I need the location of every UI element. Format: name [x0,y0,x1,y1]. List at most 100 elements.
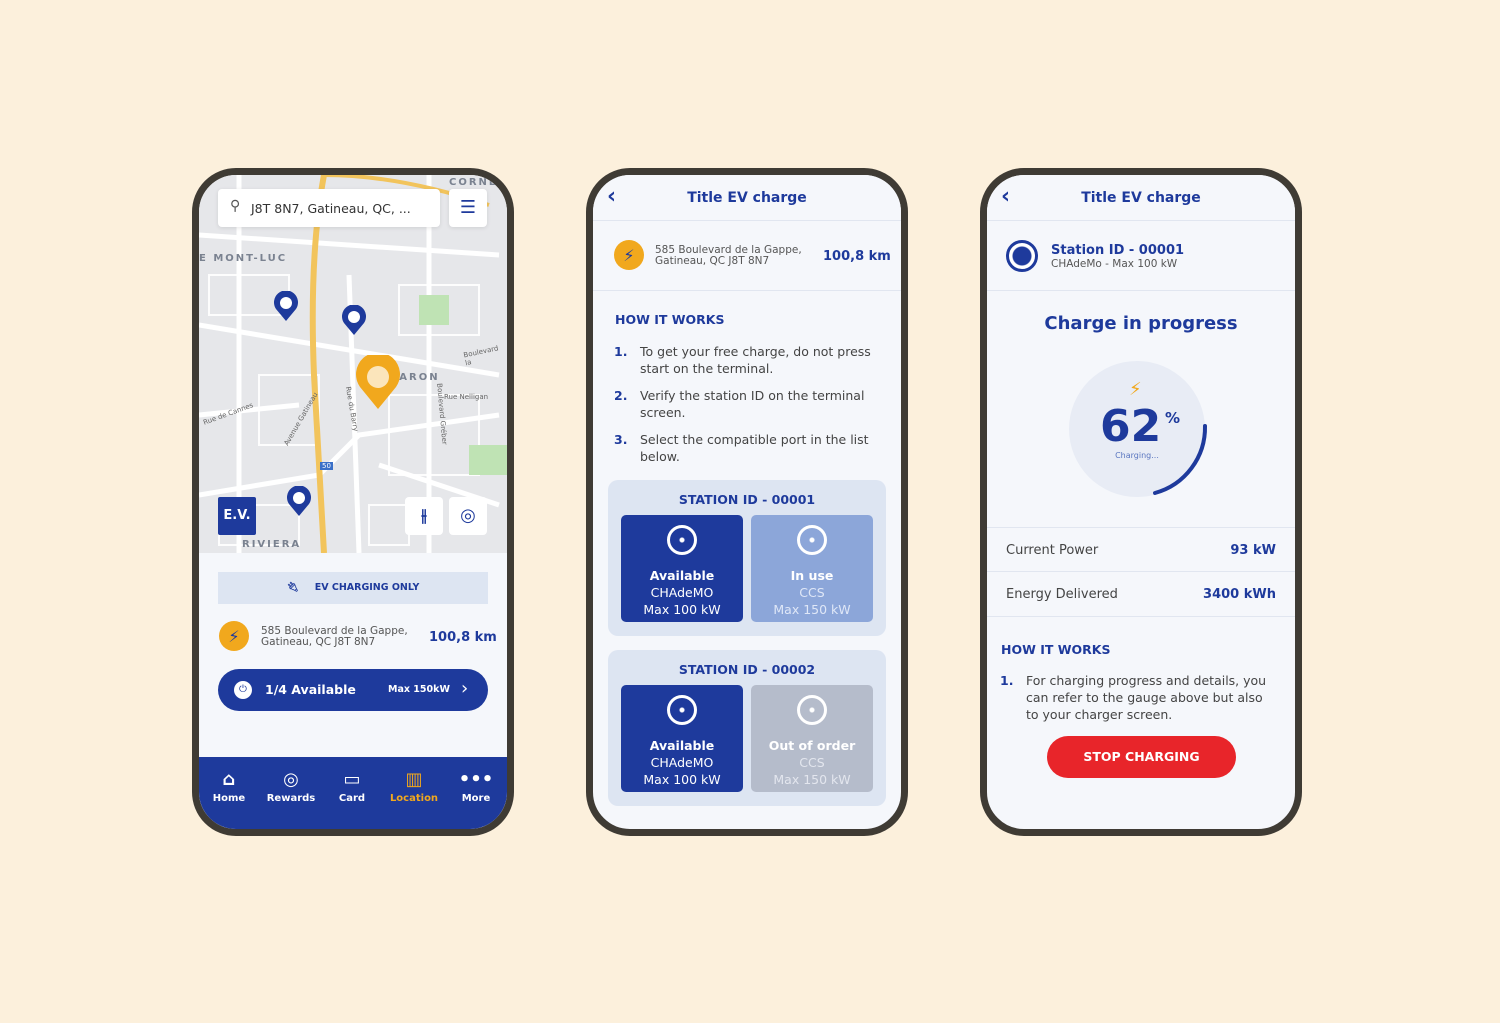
step-text: Select the compatible port in the list b… [640,432,869,464]
ev-charging-only-banner: 🔌︎ EV CHARGING ONLY [218,572,488,604]
rewards-icon: ◎ [283,769,299,790]
connector-icon [797,695,827,725]
connector-icon [667,695,697,725]
charge-progress-arc [1153,424,1208,495]
port-type: CCS [799,755,825,770]
connector-icon [797,525,827,555]
address-row: ⚡︎ 585 Boulevard de la Gappe, Gatineau, Q… [593,221,901,291]
port-type: CCS [799,585,825,600]
connector-icon [1006,240,1038,272]
header: ‹ Title EV charge [593,175,901,221]
port-max: Max 100 kW [643,772,721,787]
row-label: Current Power [1006,543,1099,558]
map[interactable]: CORNE E MONT-LUC LE BARON RIVIERA Boulev… [199,175,507,553]
nav-card[interactable]: ▭ Card [322,769,382,804]
distance: 100,8 km [823,249,891,264]
port-available[interactable]: Available CHAdeMO Max 100 kW [621,685,743,792]
nav-label: Card [338,793,366,804]
map-label-riviera: RIVIERA [242,539,302,550]
step-text: Verify the station ID on the terminal sc… [640,388,865,420]
ev-filter-badge[interactable]: E.V. [218,497,256,535]
connector-icon [667,525,697,555]
nav-more[interactable]: ••• More [446,769,506,804]
map-pin-selected[interactable] [354,355,402,411]
plug-circle-icon: ⏻ [234,681,252,699]
filters-button[interactable]: ⫲ [405,497,443,535]
sliders-icon: ⫲ [421,506,427,526]
step-number: 1. [1000,673,1014,688]
distance: 100,8 km [429,630,497,645]
availability-text: 1/4 Available [265,682,356,697]
port-available[interactable]: Available CHAdeMO Max 100 kW [621,515,743,622]
search-value: J8T 8N7, Gatineau, QC, ... [251,201,411,216]
step: 1. To get your free charge, do not press … [614,343,880,377]
availability-button[interactable]: ⏻ 1/4 Available Max 150kW › [218,669,488,711]
bolt-icon: ⚡︎ [614,240,644,270]
address-line-2: Gatineau, QC J8T 8N7 [261,636,376,648]
address-line-2: Gatineau, QC J8T 8N7 [655,255,770,267]
stop-charging-button[interactable]: STOP CHARGING [1047,736,1236,778]
max-power: Max 150kW [388,684,450,695]
highway-shield: 50 [320,462,333,470]
step-number: 1. [614,344,628,359]
port-status: Available [649,738,715,753]
step: 1. For charging progress and details, you… [1000,672,1278,723]
port-in-use: In use CCS Max 150 kW [751,515,873,622]
banner-text: EV CHARGING ONLY [314,582,420,593]
step-text: To get your free charge, do not press st… [640,344,871,376]
port-status: Available [649,568,715,583]
map-label-corne: CORNE [449,177,498,188]
phone-charging-screen: ‹ Title EV charge Station ID - 00001 CHAd… [980,168,1302,836]
nav-label: More [461,793,491,804]
target-icon: ◎ [460,505,476,526]
map-icon: ▥ [405,769,423,790]
port-max: Max 150 kW [773,772,851,787]
map-pin-blue[interactable] [273,291,299,323]
port-type: CHAdeMO [650,755,714,770]
header: ‹ Title EV charge [987,175,1295,221]
map-pin-blue[interactable] [341,305,367,337]
station-card: STATION ID - 00001 Available CHAdeMO Max 1… [608,480,886,636]
station-address: 585 Boulevard de la Gappe, Gatineau, QC J… [261,626,408,648]
home-icon: ⌂ [222,769,236,790]
how-it-works-title: HOW IT WORKS [615,312,725,327]
chevron-right-icon: › [461,678,469,699]
port-type: CHAdeMO [650,585,714,600]
map-pin-blue[interactable] [286,486,312,518]
page-title: Title EV charge [1081,190,1201,206]
step-number: 2. [614,388,628,403]
station-card: STATION ID - 00002 Available CHAdeMO Max 1… [608,650,886,806]
station-title: STATION ID - 00001 [678,492,816,507]
phone-map-screen: CORNE E MONT-LUC LE BARON RIVIERA Boulev… [192,168,514,836]
map-label-nelligan: Rue Nelligan [444,393,489,401]
nav-label: Home [212,793,246,804]
port-status: Out of order [768,738,856,753]
nav-home[interactable]: ⌂ Home [199,769,259,804]
step: 2. Verify the station ID on the terminal … [614,387,880,421]
card-icon: ▭ [343,769,361,790]
row-value: 93 kW [1230,543,1276,558]
station-row: Station ID - 00001 CHAdeMo - Max 100 kW [987,221,1295,291]
step-text: For charging progress and details, you c… [1026,673,1267,722]
page-title: Title EV charge [687,190,807,206]
charge-heading: Charge in progress [1044,313,1238,334]
energy-delivered-row: Energy Delivered 3400 kWh [987,572,1295,617]
search-icon: ⚲ [230,198,241,214]
nav-location[interactable]: ▥ Location [384,769,444,804]
port-max: Max 150 kW [773,602,851,617]
station-address: 585 Boulevard de la Gappe, Gatineau, QC J… [655,245,802,267]
step: 3. Select the compatible port in the list… [614,431,880,465]
list-icon: ☰ [459,197,477,218]
station-sub: CHAdeMo - Max 100 kW [1051,258,1178,270]
port-out-of-order: Out of order CCS Max 150 kW [751,685,873,792]
current-power-row: Current Power 93 kW [987,527,1295,572]
phone-station-screen: ‹ Title EV charge ⚡︎ 585 Boulevard de la … [586,168,908,836]
list-view-button[interactable]: ☰ [449,189,487,227]
port-status: In use [790,568,834,583]
locate-me-button[interactable]: ◎ [449,497,487,535]
search-input[interactable]: ⚲ J8T 8N7, Gatineau, QC, ... [218,189,440,227]
port-max: Max 100 kW [643,602,721,617]
station-id: Station ID - 00001 [1051,243,1185,258]
nav-label: Rewards [266,793,316,804]
nav-rewards[interactable]: ◎ Rewards [261,769,321,804]
